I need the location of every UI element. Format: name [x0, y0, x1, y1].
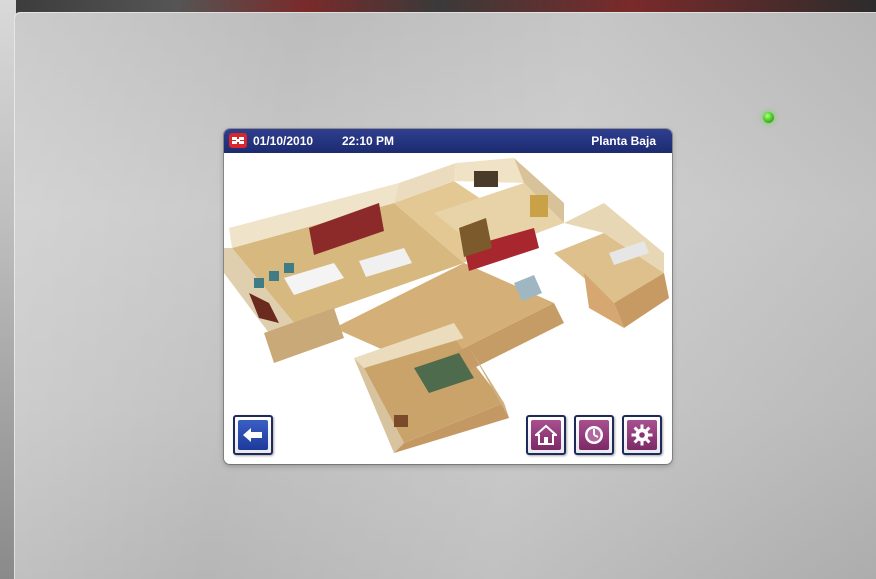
status-time: 22:10 PM — [342, 134, 395, 148]
back-button[interactable] — [233, 415, 273, 455]
status-led-icon — [763, 112, 774, 123]
settings-button[interactable] — [622, 415, 662, 455]
status-date: 01/10/2010 — [253, 134, 314, 148]
window-kitchen — [474, 171, 498, 187]
status-bar: 01/10/2010 22:10 PM Planta Baja — [224, 129, 672, 153]
clock-icon — [579, 420, 609, 450]
back-arrow-icon — [238, 420, 268, 450]
touch-screen: 01/10/2010 22:10 PM Planta Baja — [224, 129, 672, 464]
gear-icon — [627, 420, 657, 450]
home-button[interactable] — [526, 415, 566, 455]
floor-name: Planta Baja — [591, 134, 656, 148]
clock-button[interactable] — [574, 415, 614, 455]
nightstand — [394, 415, 408, 427]
chair-2 — [269, 271, 279, 281]
brand-logo-icon — [229, 133, 247, 148]
chair-1 — [254, 278, 264, 288]
picture-frame — [530, 195, 548, 217]
home-icon — [531, 420, 561, 450]
chair-3 — [284, 263, 294, 273]
